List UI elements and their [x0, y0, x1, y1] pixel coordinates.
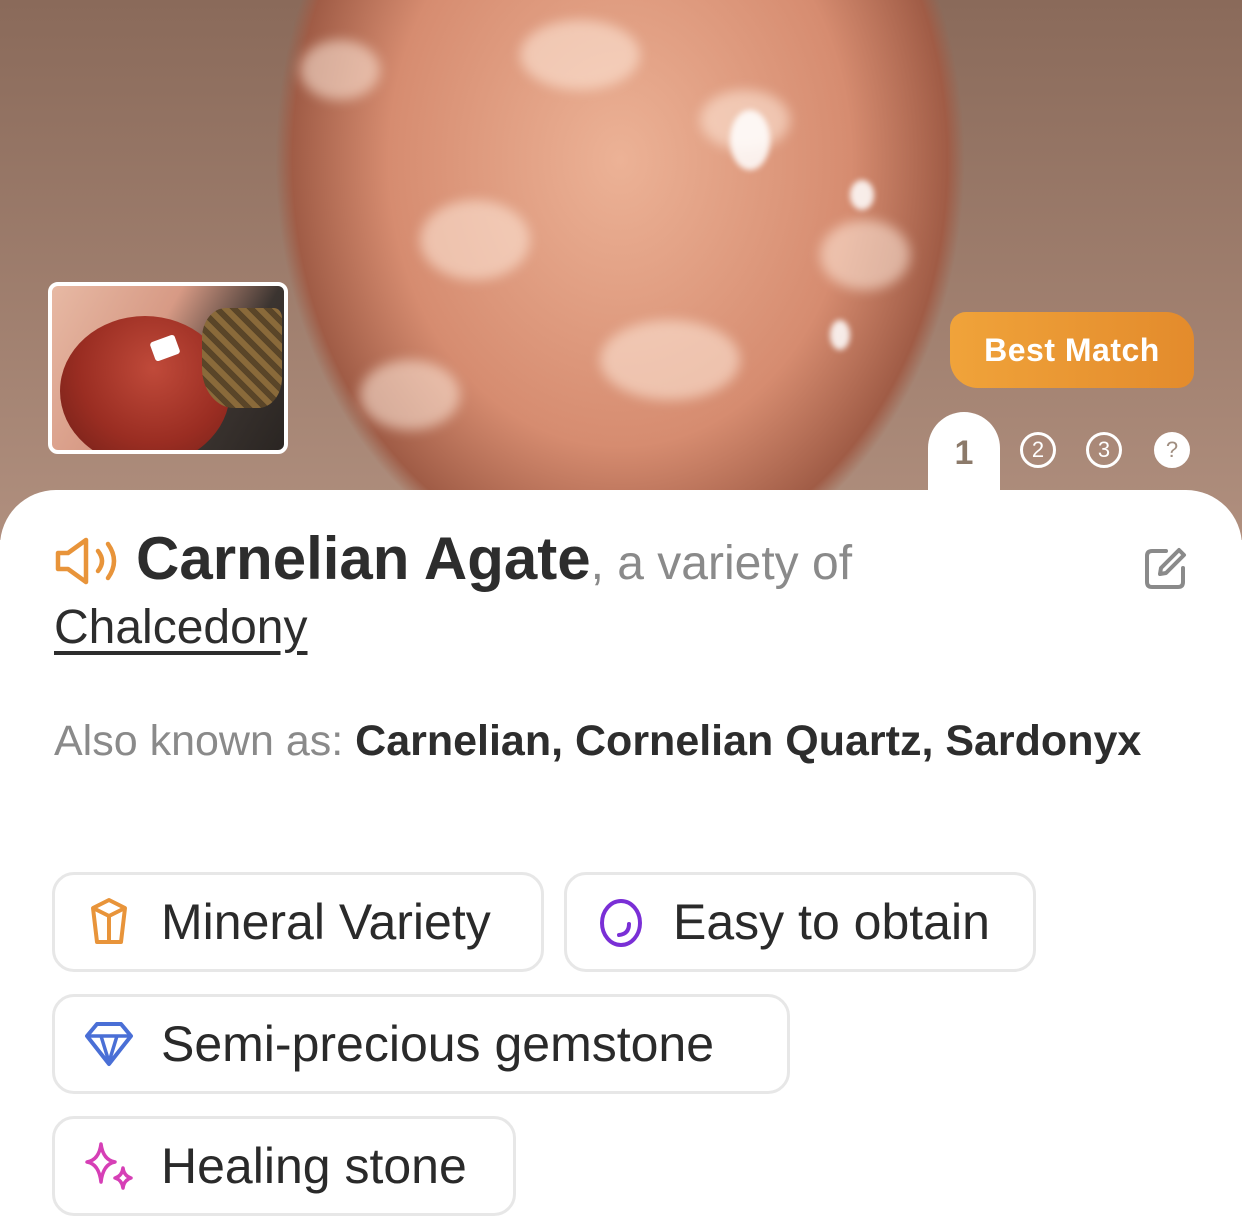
pager-item-help[interactable]: ? — [1154, 432, 1190, 468]
mineral-name: Carnelian Agate — [136, 525, 591, 592]
chip-label: Healing stone — [161, 1138, 467, 1194]
chip-mineral-variety[interactable]: Mineral Variety — [52, 872, 544, 972]
pager-item-2[interactable]: 2 — [1020, 432, 1056, 468]
pager-item-1[interactable]: 1 — [928, 412, 1000, 502]
page-title: Carnelian Agate, a variety of — [136, 524, 852, 593]
diamond-icon — [85, 1022, 133, 1066]
chip-label: Semi-precious gemstone — [161, 1016, 715, 1072]
aka-label: Also known as: — [54, 717, 356, 765]
edit-icon[interactable] — [1142, 546, 1188, 592]
chip-label: Mineral Variety — [161, 894, 491, 950]
egg-icon — [600, 899, 642, 947]
variety-of-label: , a variety of — [590, 537, 853, 590]
also-known-as: Also known as: Carnelian, Cornelian Quar… — [54, 704, 1184, 778]
aka-values: Carnelian, Cornelian Quartz, Sardonyx — [355, 717, 1142, 765]
sparkles-icon — [85, 1142, 133, 1190]
uploaded-photo-thumbnail[interactable] — [48, 282, 288, 454]
chip-easy-to-obtain[interactable]: Easy to obtain — [564, 872, 1036, 972]
best-match-badge: Best Match — [950, 312, 1194, 388]
chip-semi-precious[interactable]: Semi-precious gemstone — [52, 994, 790, 1094]
chip-label: Easy to obtain — [673, 894, 990, 950]
chip-healing-stone[interactable]: Healing stone — [52, 1116, 516, 1216]
crystal-icon — [91, 898, 127, 944]
parent-mineral-link[interactable]: Chalcedony — [54, 600, 308, 655]
result-pager: 1 2 3 ? — [928, 412, 1208, 502]
speaker-icon[interactable] — [54, 536, 122, 586]
pager-item-3[interactable]: 3 — [1086, 432, 1122, 468]
